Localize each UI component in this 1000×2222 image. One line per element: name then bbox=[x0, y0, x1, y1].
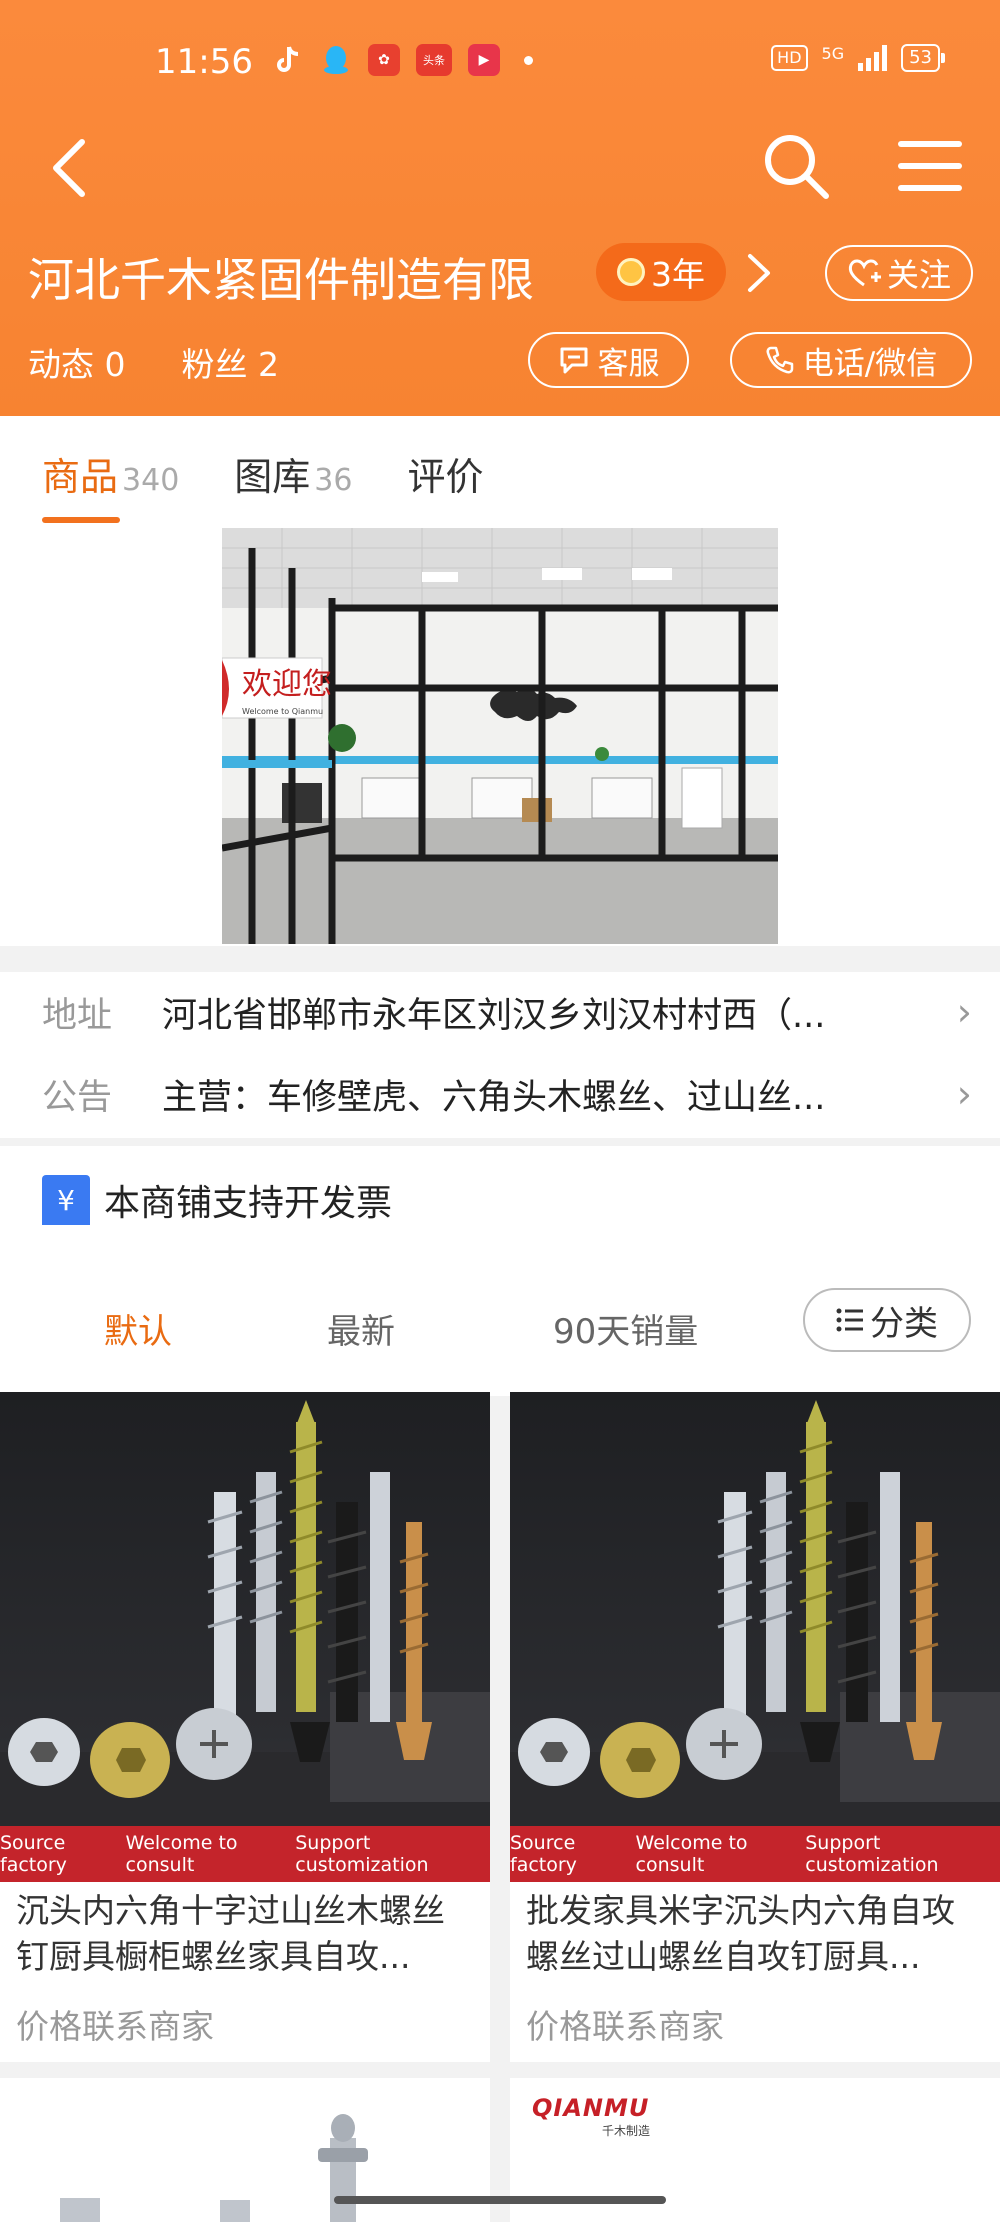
battery-icon: 53 bbox=[901, 44, 945, 72]
product-image[interactable]: Source factory Welcome to consult Support … bbox=[0, 1392, 490, 1882]
hd-icon: HD bbox=[771, 45, 808, 71]
svg-text:Welcome to Qianmu: Welcome to Qianmu bbox=[242, 707, 323, 716]
notice-row[interactable]: 公告 主营：车修壁虎、六角头木螺丝、过山丝... › bbox=[42, 1054, 972, 1134]
store-title-row: 河北千木紧固件制造有限 3年 关注 bbox=[28, 240, 978, 310]
category-button[interactable]: 分类 bbox=[803, 1288, 971, 1352]
heart-plus-icon bbox=[848, 259, 881, 287]
sort-default[interactable]: 默认 bbox=[104, 1304, 172, 1353]
back-button[interactable] bbox=[40, 138, 100, 198]
stat-fans[interactable]: 粉丝 2 bbox=[182, 338, 280, 386]
follow-label: 关注 bbox=[886, 256, 951, 294]
product-title[interactable]: 批发家具米字沉头内六角自攻螺丝过山螺丝自攻钉厨具... bbox=[510, 1882, 1000, 1986]
address-label: 地址 bbox=[42, 995, 113, 1036]
brand-logo[interactable]: QIANMU 千木制造 bbox=[532, 2094, 682, 2164]
address-text: 河北省邯郸市永年区刘汉乡刘汉村村西（... bbox=[162, 995, 826, 1036]
years-label: 3年 bbox=[651, 255, 705, 294]
search-button[interactable] bbox=[760, 130, 832, 202]
chevron-right-icon: › bbox=[956, 990, 972, 1034]
phone-icon bbox=[766, 346, 794, 374]
store-info: 地址 河北省邯郸市永年区刘汉乡刘汉村村西（... › 公告 主营：车修壁虎、六角… bbox=[0, 972, 1000, 1138]
video-app-icon: ▶ bbox=[468, 44, 500, 76]
home-indicator[interactable] bbox=[334, 2196, 666, 2204]
chevron-right-icon[interactable] bbox=[746, 252, 772, 304]
sort-newest[interactable]: 最新 bbox=[327, 1304, 395, 1353]
product-card[interactable]: Source factory Welcome to consult Support … bbox=[510, 1392, 1000, 2062]
product-banner: Source factory Welcome to consult Support … bbox=[510, 1826, 1000, 1882]
store-name[interactable]: 河北千木紧固件制造有限 bbox=[28, 244, 534, 310]
list-icon bbox=[836, 1308, 863, 1332]
notification-icons: ✿ 头条 ▶ bbox=[272, 44, 533, 76]
product-card[interactable]: Source factory Welcome to consult Support … bbox=[0, 1392, 490, 2062]
sort-90day-sales[interactable]: 90天销量 bbox=[553, 1304, 698, 1353]
tab-gallery[interactable]: 图库 36 bbox=[234, 446, 352, 501]
network-label: 5G bbox=[821, 44, 845, 63]
follow-button[interactable]: 关注 bbox=[825, 245, 973, 301]
medal-icon bbox=[617, 258, 645, 286]
store-stats: 动态 0 粉丝 2 bbox=[28, 338, 279, 386]
chat-bubble-icon bbox=[560, 347, 587, 374]
category-label: 分类 bbox=[870, 1303, 938, 1344]
search-icon bbox=[765, 135, 829, 199]
menu-button[interactable] bbox=[895, 136, 965, 196]
product-price: 价格联系商家 bbox=[16, 2007, 214, 2046]
app-icon-red: ✿ bbox=[368, 44, 400, 76]
product-grid: Source factory Welcome to consult Support … bbox=[0, 1392, 1000, 2222]
phone-label: 电话/微信 bbox=[802, 345, 938, 382]
invoice-yen-icon: ¥ bbox=[42, 1175, 90, 1225]
notice-text: 主营：车修壁虎、六角头木螺丝、过山丝... bbox=[162, 1077, 826, 1118]
chevron-right-icon: › bbox=[956, 1072, 972, 1116]
customer-service-button[interactable]: 客服 bbox=[528, 332, 689, 388]
toutiao-icon: 头条 bbox=[416, 44, 452, 76]
invoice-section: ¥ 本商铺支持开发票 默认 最新 90天销量 分类 bbox=[0, 1146, 1000, 1396]
store-content: 商品 340 图库 36 评价 欢迎您 Welcome to Qianmu bbox=[0, 416, 1000, 946]
stat-posts[interactable]: 动态 0 bbox=[28, 338, 126, 386]
chevron-left-icon bbox=[53, 139, 85, 197]
status-right: HD 5G 53 bbox=[771, 44, 945, 72]
tab-products[interactable]: 商品 340 bbox=[42, 446, 179, 523]
sort-bar: 默认 最新 90天销量 分类 bbox=[0, 1286, 1000, 1376]
product-banner: Source factory Welcome to consult Support … bbox=[0, 1826, 490, 1882]
phone-wechat-button[interactable]: 电话/微信 bbox=[730, 332, 972, 388]
menu-icon bbox=[898, 141, 962, 191]
years-badge[interactable]: 3年 bbox=[596, 243, 726, 301]
more-dot-icon bbox=[524, 55, 533, 65]
svg-text:欢迎您: 欢迎您 bbox=[242, 667, 332, 702]
signal-icon bbox=[858, 45, 888, 71]
storefront-photo[interactable]: 欢迎您 Welcome to Qianmu 视频 海报 bbox=[222, 528, 778, 944]
notice-label: 公告 bbox=[42, 1077, 113, 1118]
qq-icon bbox=[320, 44, 352, 76]
active-tab-indicator bbox=[42, 517, 120, 523]
service-label: 客服 bbox=[597, 345, 660, 382]
status-time: 11:56 bbox=[155, 42, 253, 82]
status-bar: 11:56 ✿ 头条 ▶ HD 5G 53 bbox=[0, 0, 1000, 126]
tiktok-icon bbox=[272, 44, 304, 76]
address-row[interactable]: 地址 河北省邯郸市永年区刘汉乡刘汉村村西（... › bbox=[42, 972, 972, 1052]
product-title[interactable]: 沉头内六角十字过山丝木螺丝钉厨具橱柜螺丝家具自攻... bbox=[0, 1882, 490, 1986]
product-image[interactable]: Source factory Welcome to consult Support … bbox=[510, 1392, 1000, 1882]
tab-reviews[interactable]: 评价 bbox=[407, 446, 483, 501]
invoice-row: ¥ 本商铺支持开发票 bbox=[42, 1174, 392, 1226]
product-price: 价格联系商家 bbox=[526, 2007, 724, 2046]
store-header: 11:56 ✿ 头条 ▶ HD 5G 53 河北千木紧固件制造有限 3年 关注 … bbox=[0, 0, 1000, 416]
invoice-text: 本商铺支持开发票 bbox=[104, 1183, 393, 1224]
store-tabs: 商品 340 图库 36 评价 bbox=[42, 446, 484, 523]
